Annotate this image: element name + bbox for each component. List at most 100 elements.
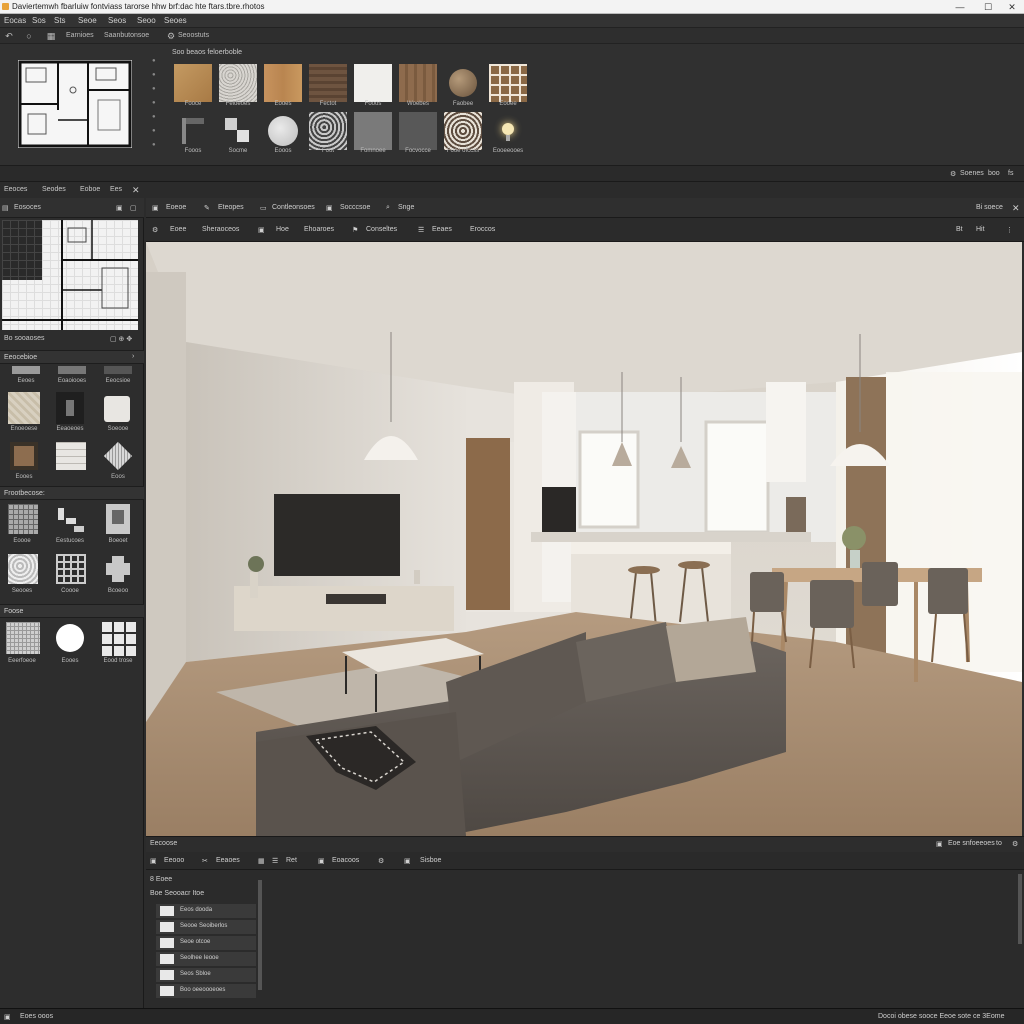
close-button[interactable]: ✕ — [1002, 1, 1022, 13]
tree-row[interactable]: Seooe Seoiberlos — [156, 920, 256, 934]
swatch-mosaic[interactable] — [8, 504, 38, 534]
toolbar-label[interactable]: Saanbutonsoe — [104, 32, 149, 39]
viewport-tool[interactable]: Hit — [976, 226, 985, 233]
material-tile-terrazzo[interactable] — [309, 112, 347, 150]
swatch-tiles[interactable] — [56, 442, 86, 470]
swatch-board[interactable] — [106, 504, 130, 534]
swatch-cross[interactable] — [104, 554, 132, 584]
toolbar-label[interactable]: Seoostuts — [178, 32, 209, 39]
tree-item[interactable]: 8 Eoee — [150, 876, 172, 883]
swatch-speckle[interactable] — [8, 554, 38, 584]
swatch-lattice[interactable] — [56, 554, 86, 584]
viewport-tool[interactable]: Eeaes — [432, 226, 452, 233]
viewport-tool[interactable]: Hoe — [276, 226, 289, 233]
swatch-fabric[interactable] — [6, 622, 40, 654]
menu-item[interactable]: Seoes — [164, 16, 187, 25]
menu-item[interactable]: Seos — [108, 16, 126, 25]
grid-icon[interactable]: ▦ — [46, 31, 56, 41]
settings-icon[interactable]: ⚙ — [1012, 840, 1018, 848]
material-tile-grid[interactable] — [489, 64, 527, 102]
bottom-tool[interactable]: Eeaoes — [216, 857, 240, 864]
gear-icon[interactable]: ⚙ — [378, 857, 384, 865]
material-tile-concrete[interactable] — [354, 112, 392, 150]
grid-icon[interactable]: ▣ — [152, 204, 159, 212]
tab[interactable]: Eeoces — [4, 186, 27, 193]
tree-row[interactable]: Seoe otcoe — [156, 936, 256, 950]
viewport-tool[interactable]: Eoee — [170, 226, 186, 233]
tools-icon[interactable]: ✂ — [202, 857, 208, 865]
tree-item[interactable]: Boe Seooacr Itoe — [150, 890, 204, 897]
pen-icon[interactable]: ✎ — [204, 204, 210, 212]
material-tile-oak[interactable] — [264, 64, 302, 102]
refresh-icon[interactable]: ○ — [24, 31, 34, 41]
tree-row[interactable]: Seolhee Ieooe — [156, 952, 256, 966]
viewport-tool[interactable]: Conseltes — [366, 226, 397, 233]
tree-row[interactable]: Boo oeeoooeoes — [156, 984, 256, 998]
bottom-tool[interactable]: Eoacoos — [332, 857, 359, 864]
close-icon[interactable]: ✕ — [132, 185, 140, 196]
scrollbar[interactable] — [258, 880, 262, 990]
box-icon[interactable]: ▣ — [326, 204, 333, 212]
material-tile-granite[interactable] — [219, 64, 257, 102]
section-header[interactable]: Foose — [0, 604, 144, 618]
tree-row[interactable]: Seos Sbloe — [156, 968, 256, 982]
layers-icon[interactable]: ☰ — [418, 226, 424, 234]
minimize-button[interactable]: — — [950, 1, 970, 13]
search-icon[interactable]: ⌕ — [386, 204, 390, 212]
bottom-tool[interactable]: Ret — [286, 857, 297, 864]
material-tile-darkwood[interactable] — [309, 64, 347, 102]
tool-icons[interactable]: ▢ ⊕ ✥ — [110, 335, 132, 343]
3d-viewport[interactable] — [146, 242, 1022, 836]
circle-icon[interactable] — [56, 624, 84, 652]
close-icon[interactable]: ✕ — [1012, 203, 1020, 214]
swatch[interactable] — [58, 366, 86, 374]
material-tile-wood[interactable] — [174, 64, 212, 102]
viewport-tool[interactable]: Ehoaroes — [304, 226, 334, 233]
maximize-button[interactable]: ☐ — [978, 1, 998, 13]
tab[interactable]: Ees — [110, 186, 122, 193]
swatch[interactable] — [104, 366, 132, 374]
light-bulb-icon[interactable] — [489, 112, 527, 150]
bottom-tool[interactable]: Eeooo — [164, 857, 184, 864]
menu-icon[interactable]: ⋮ — [1006, 226, 1013, 234]
collapse-icon[interactable]: ▢ — [130, 204, 137, 212]
scroll-rail[interactable]: ● ● ● ● ● ● ● — [152, 54, 160, 160]
material-tile-blocks[interactable] — [219, 112, 257, 150]
viewport-tool[interactable]: Eroccos — [470, 226, 495, 233]
swatch-chair[interactable] — [10, 442, 38, 470]
swatch-cylinder[interactable] — [104, 396, 130, 422]
box-icon[interactable]: ▣ — [318, 857, 325, 865]
light-icon[interactable]: ⚑ — [352, 226, 358, 234]
expand-icon[interactable]: ▣ — [116, 204, 123, 212]
viewport-tab[interactable]: Contleonsoes — [272, 204, 315, 211]
chevron-right-icon[interactable]: › — [132, 353, 134, 360]
settings-icon[interactable]: ⚙ — [152, 226, 158, 234]
menu-item[interactable]: Seoo — [137, 16, 156, 25]
section-header[interactable]: Frootbecose: — [0, 486, 144, 500]
camera-icon[interactable]: ▣ — [258, 226, 265, 234]
gear-icon[interactable]: ⚙ — [950, 170, 956, 178]
tree-row[interactable]: Eeos dooda — [156, 904, 256, 918]
box-icon[interactable]: ▣ — [404, 857, 411, 865]
material-tile-slate[interactable] — [399, 112, 437, 150]
menu-item[interactable]: Seoe — [78, 16, 97, 25]
menu-item[interactable]: Eocas — [4, 16, 26, 25]
tab[interactable]: Eoboe — [80, 186, 100, 193]
viewport-tool[interactable]: Bt — [956, 226, 963, 233]
viewport-tab[interactable]: Eoeoe — [166, 204, 186, 211]
swatch-diamond[interactable] — [103, 441, 133, 471]
viewport-tool[interactable]: Sheraoceos — [202, 226, 239, 233]
menu-item[interactable]: Sos — [32, 16, 46, 25]
grid-icon[interactable]: ▦ — [258, 857, 265, 865]
tab[interactable]: Seodes — [42, 186, 66, 193]
grid-icon[interactable]: ▣ — [150, 857, 157, 865]
material-tile-walnut[interactable] — [399, 64, 437, 102]
back-icon[interactable]: ↶ — [4, 31, 14, 41]
floorplan-thumbnail[interactable] — [18, 60, 132, 148]
scrollbar[interactable] — [1018, 874, 1022, 944]
folder-icon[interactable]: ▭ — [260, 204, 267, 212]
material-tile-white[interactable] — [354, 64, 392, 102]
material-tile-pebble[interactable] — [444, 112, 482, 150]
grid-icon[interactable] — [100, 620, 136, 656]
section-header[interactable]: Eeocebioe — [0, 350, 144, 364]
